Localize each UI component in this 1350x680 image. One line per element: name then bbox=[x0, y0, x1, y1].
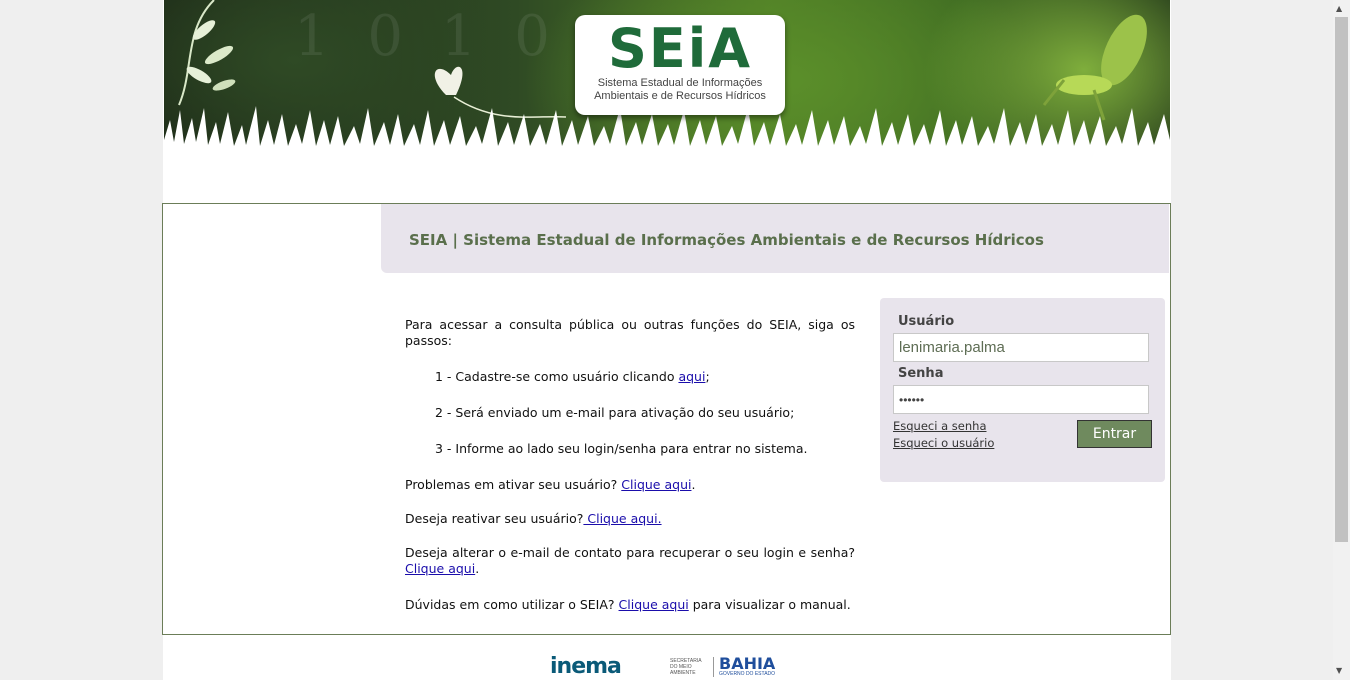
password-label: Senha bbox=[898, 366, 944, 381]
bahia-logo: SECRETARIA DO MEIO AMBIENTE BAHIA GOVERN… bbox=[670, 654, 776, 678]
page-title: SEIA | Sistema Estadual de Informações A… bbox=[409, 231, 1044, 249]
logo-subtitle-line1: Sistema Estadual de Informações bbox=[597, 77, 763, 89]
leaf-icon bbox=[178, 0, 236, 106]
instructions: Para acessar a consulta pública ou outra… bbox=[405, 317, 855, 613]
page: 1 0 1 0 SEiA Sistema Estadual de Informa… bbox=[162, 0, 1171, 680]
problems-link[interactable]: Clique aqui bbox=[621, 477, 691, 492]
login-button[interactable]: Entrar bbox=[1077, 420, 1152, 448]
change-email-text: Deseja alterar o e-mail de contato para … bbox=[405, 545, 855, 576]
inema-logo: inema bbox=[550, 654, 622, 679]
forgot-password-link[interactable]: Esqueci a senha bbox=[893, 419, 987, 433]
seia-logo: SEiA Sistema Estadual de Informações Amb… bbox=[575, 15, 785, 115]
doubts-text: Dúvidas em como utilizar o SEIA? Clique … bbox=[405, 597, 851, 612]
logo-separator bbox=[713, 657, 714, 677]
step-1: 1 - Cadastre-se como usuário clicando aq… bbox=[435, 369, 710, 384]
reactivate-text: Deseja reativar seu usuário? Clique aqui… bbox=[405, 511, 662, 526]
header-banner: 1 0 1 0 SEiA Sistema Estadual de Informa… bbox=[164, 0, 1170, 160]
vertical-scrollbar[interactable]: ▲ ▼ bbox=[1333, 0, 1350, 680]
step-3: 3 - Informe ao lado seu login/senha para… bbox=[435, 441, 808, 456]
scroll-down-arrow-icon[interactable]: ▼ bbox=[1336, 666, 1342, 676]
bahia-mark: BAHIA GOVERNO DO ESTADO bbox=[719, 654, 776, 678]
reactivate-link[interactable]: Clique aqui. bbox=[583, 511, 661, 526]
change-email-link[interactable]: Clique aqui bbox=[405, 561, 475, 576]
logo-subtitle-line2: Ambientais e de Recursos Hídricos bbox=[594, 90, 766, 102]
bahia-word: BAHIA bbox=[719, 654, 776, 673]
manual-link[interactable]: Clique aqui bbox=[619, 597, 689, 612]
forgot-user-link[interactable]: Esqueci o usuário bbox=[893, 436, 994, 450]
title-bar: SEIA | Sistema Estadual de Informações A… bbox=[381, 204, 1169, 273]
user-label: Usuário bbox=[898, 314, 955, 329]
content-frame: SEIA | Sistema Estadual de Informações A… bbox=[162, 203, 1171, 635]
scroll-up-arrow-icon[interactable]: ▲ bbox=[1336, 4, 1342, 14]
register-link[interactable]: aqui bbox=[678, 369, 705, 384]
logo-text: SEiA bbox=[607, 17, 753, 80]
login-panel: Usuário Senha Esqueci a senha Esqueci o … bbox=[880, 298, 1165, 482]
bahia-sub: GOVERNO DO ESTADO bbox=[719, 671, 776, 677]
scroll-thumb[interactable] bbox=[1335, 17, 1348, 542]
step-2: 2 - Será enviado um e-mail para ativação… bbox=[435, 405, 795, 420]
password-input[interactable] bbox=[893, 385, 1149, 414]
intro-text: Para acessar a consulta pública ou outra… bbox=[405, 317, 855, 348]
problems-text: Problemas em ativar seu usuário? Clique … bbox=[405, 477, 696, 492]
secretaria-text: SECRETARIA DO MEIO AMBIENTE bbox=[670, 658, 702, 676]
user-input[interactable] bbox=[893, 333, 1149, 362]
